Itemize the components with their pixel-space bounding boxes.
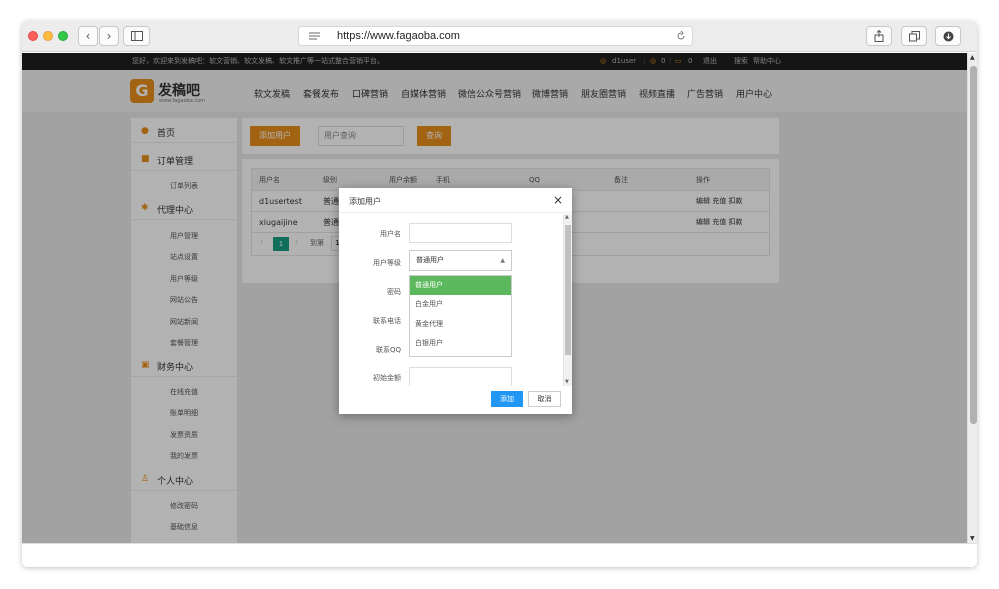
tabs-icon: [908, 31, 920, 42]
add-user-dialog: 添加用户 × 用户名 用户等级 普通用户 ▲ 密码 联系电话 联系QQ 初始金额…: [339, 188, 572, 414]
url-text: https://www.fagaoba.com: [337, 30, 460, 42]
close-window-button[interactable]: [28, 31, 38, 41]
dialog-title: 添加用户: [349, 197, 381, 206]
back-icon: ‹: [85, 29, 91, 43]
level-option[interactable]: 黄金代理: [410, 315, 511, 334]
chevron-up-icon: ▲: [500, 257, 505, 264]
sidebar-icon: [130, 31, 143, 41]
dialog-body: 用户名 用户等级 普通用户 ▲ 密码 联系电话 联系QQ 初始金额 普通用户 白…: [339, 214, 572, 386]
level-dropdown: 普通用户 白金用户 黄金代理 白银用户: [409, 275, 512, 357]
page-scrollbar[interactable]: ▲ ▼: [967, 53, 977, 543]
level-option[interactable]: 白银用户: [410, 334, 511, 353]
forward-icon: ›: [106, 29, 112, 43]
scroll-down-icon[interactable]: ▼: [970, 535, 975, 542]
close-icon[interactable]: ×: [553, 193, 563, 207]
tabs-button[interactable]: [901, 26, 927, 46]
page-viewport: 您好，欢迎来到发稿吧：软文营销、软文发稿、软文推广等一站式整合营销平台。 ◎ d…: [22, 53, 977, 543]
sidebar-toggle-button[interactable]: [123, 26, 150, 46]
dialog-scroll-thumb[interactable]: [565, 225, 571, 355]
level-select-value: 普通用户: [416, 256, 444, 264]
scroll-up-icon[interactable]: ▲: [565, 214, 569, 220]
level-option[interactable]: 白金用户: [410, 295, 511, 314]
dialog-scrollbar[interactable]: ▲ ▼: [563, 214, 572, 386]
initial-amount-input[interactable]: [409, 367, 512, 386]
reload-icon[interactable]: [676, 31, 686, 41]
address-bar[interactable]: https://www.fagaoba.com: [298, 26, 693, 46]
level-select[interactable]: 普通用户 ▲: [409, 250, 512, 271]
scroll-up-icon[interactable]: ▲: [970, 54, 975, 61]
browser-window: ‹ › https://www.fagaoba.com 您好，欢迎来到发稿吧：软…: [22, 21, 977, 567]
cancel-button[interactable]: 取消: [528, 391, 561, 407]
dialog-footer: 添加 取消: [339, 386, 572, 414]
window-bottom-strip: [22, 543, 977, 567]
password-label: 密码: [387, 288, 401, 296]
qq-label: 联系QQ: [375, 346, 401, 354]
back-button[interactable]: ‹: [78, 26, 98, 46]
scroll-down-icon[interactable]: ▼: [565, 379, 569, 385]
page-scroll-thumb[interactable]: [970, 66, 977, 424]
level-option[interactable]: 普通用户: [410, 276, 511, 295]
share-icon: [874, 29, 884, 42]
browser-titlebar: ‹ › https://www.fagaoba.com: [22, 21, 977, 52]
phone-label: 联系电话: [373, 317, 401, 325]
username-label: 用户名: [380, 230, 401, 238]
share-button[interactable]: [866, 26, 892, 46]
add-button[interactable]: 添加: [491, 391, 523, 407]
forward-button[interactable]: ›: [99, 26, 119, 46]
initial-amount-label: 初始金额: [373, 374, 401, 382]
level-label: 用户等级: [373, 259, 401, 267]
reader-icon[interactable]: [309, 32, 320, 40]
minimize-window-button[interactable]: [43, 31, 53, 41]
zoom-window-button[interactable]: [58, 31, 68, 41]
download-icon: [943, 31, 953, 42]
username-input[interactable]: [409, 223, 512, 243]
downloads-button[interactable]: [935, 26, 961, 46]
dialog-header: 添加用户 ×: [339, 188, 572, 213]
